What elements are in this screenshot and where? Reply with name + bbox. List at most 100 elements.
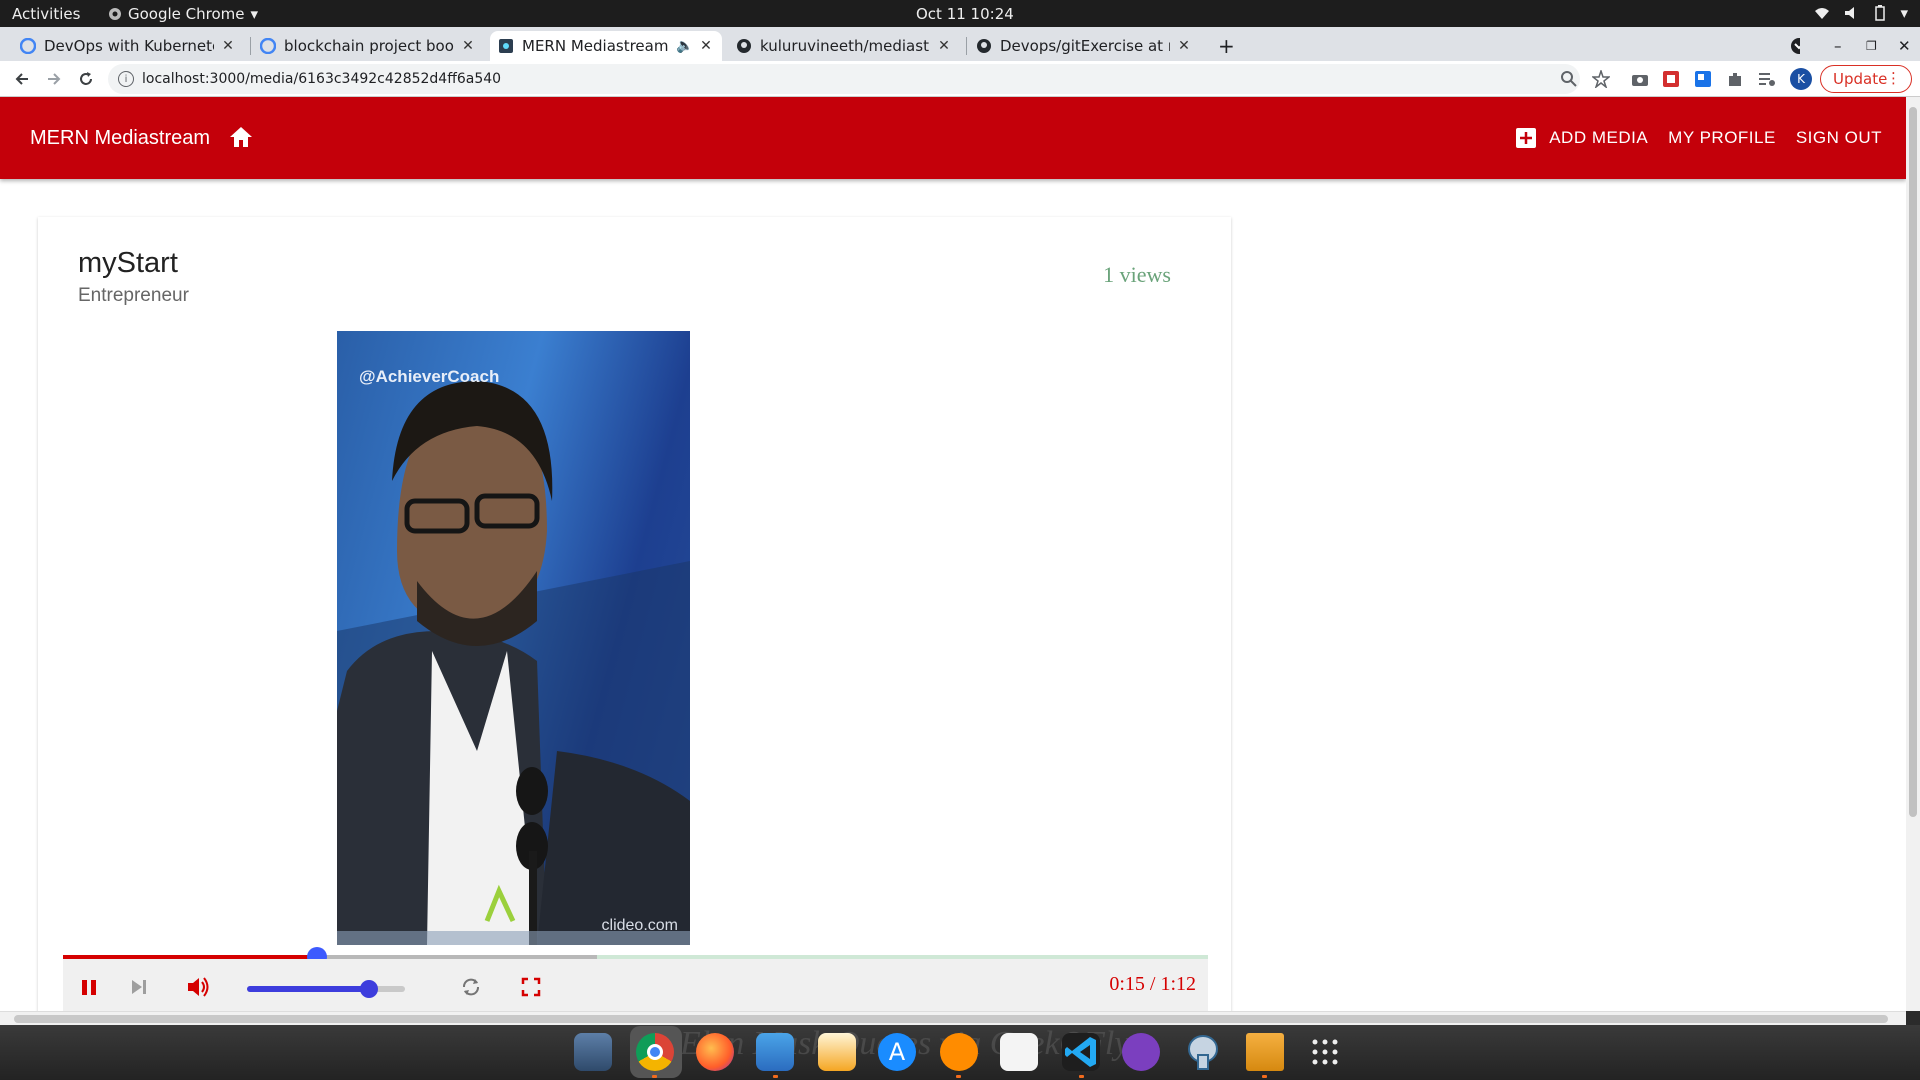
tab-title: kuluruvineeth/mediastre	[760, 37, 930, 55]
archive-app-icon[interactable]	[1246, 1033, 1284, 1071]
screenshot-app-icon[interactable]	[574, 1033, 612, 1071]
notes-app-icon[interactable]	[1000, 1033, 1038, 1071]
address-bar[interactable]: i localhost:3000/media/6163c3492c42852d4…	[108, 64, 1580, 94]
chrome-small-icon	[109, 8, 121, 20]
add-box-icon	[1516, 128, 1537, 148]
caret-down-icon: ▾	[250, 5, 259, 23]
url-text: localhost:3000/media/6163c3492c42852d4ff…	[142, 71, 502, 87]
system-tray[interactable]: ▾	[1814, 4, 1908, 22]
brand-title[interactable]: MERN Mediastream	[30, 127, 210, 150]
loop-icon	[463, 978, 479, 996]
tab-title: Devops/gitExercise at ma	[1000, 37, 1170, 55]
clock[interactable]: Oct 11 10:24	[916, 5, 1014, 23]
minimize-icon: –	[1834, 37, 1842, 55]
red-extension-icon[interactable]	[1662, 70, 1680, 88]
close-tab-icon[interactable]: ✕	[1176, 38, 1192, 54]
app-store-icon[interactable]: A	[878, 1033, 916, 1071]
volume-slider[interactable]	[247, 980, 405, 998]
media-title: myStart	[78, 247, 178, 279]
close-tab-icon[interactable]: ✕	[460, 38, 476, 54]
add-media-label: ADD MEDIA	[1549, 128, 1649, 147]
tab-title: blockchain project books	[284, 37, 454, 55]
pause-button[interactable]	[75, 973, 103, 1001]
my-profile-button[interactable]: MY PROFILE	[1668, 128, 1776, 148]
app-grid-icon[interactable]	[1306, 1033, 1344, 1071]
scroll-thumb[interactable]	[14, 1015, 1888, 1023]
reload-icon	[80, 72, 92, 85]
close-tab-icon[interactable]: ✕	[698, 38, 714, 54]
camera-extension-icon[interactable]	[1631, 70, 1649, 88]
media-card: myStart Entrepreneur 1 views @AchieverCo	[38, 217, 1231, 1011]
text-editor-app-icon[interactable]	[818, 1033, 856, 1071]
reload-button[interactable]	[74, 67, 98, 91]
horizontal-scrollbar[interactable]	[0, 1011, 1906, 1025]
app-menu-label: Google Chrome	[128, 5, 245, 23]
forward-button[interactable]	[42, 67, 66, 91]
chevron-down-icon: ▾	[1900, 4, 1908, 22]
tab-devops-kubernetes[interactable]: DevOps with Kubernetes ✕	[12, 31, 244, 61]
home-icon[interactable]	[228, 125, 254, 149]
loop-button[interactable]	[457, 973, 485, 1001]
wifi-icon	[1815, 8, 1830, 19]
chrome-app-icon[interactable]	[636, 1033, 674, 1071]
site-info-icon[interactable]: i	[118, 71, 134, 87]
vscode-app-icon[interactable]	[1062, 1033, 1100, 1071]
more-vert-icon: ⋮	[1886, 69, 1901, 87]
sign-out-button[interactable]: SIGN OUT	[1796, 128, 1882, 148]
bookmark-star-icon[interactable]	[1592, 70, 1610, 88]
activities-button[interactable]: Activities	[12, 5, 80, 23]
restore-icon: ❐	[1866, 39, 1877, 53]
video-frame-image	[337, 381, 690, 945]
files-app-icon[interactable]	[756, 1033, 794, 1071]
restore-button[interactable]: ❐	[1858, 31, 1878, 61]
tab-blockchain-books[interactable]: blockchain project books ✕	[252, 31, 484, 61]
skip-next-button[interactable]	[125, 973, 153, 1001]
pause-icon	[82, 980, 96, 995]
update-button[interactable]: Update ⋮	[1820, 65, 1912, 93]
video-handle-overlay: @AchieverCoach	[359, 367, 500, 386]
minimize-button[interactable]: –	[1826, 31, 1846, 61]
profile-avatar[interactable]: K	[1790, 68, 1812, 90]
audio-playing-icon[interactable]: 🔈	[676, 38, 693, 54]
running-indicator	[773, 1075, 778, 1078]
app-menu[interactable]: Google Chrome ▾	[108, 5, 258, 23]
blue-extension-icon[interactable]	[1694, 70, 1712, 88]
player-controls: 0:15 / 1:12	[63, 959, 1208, 1011]
zoom-icon[interactable]	[1560, 70, 1578, 88]
plus-icon: +	[1218, 34, 1235, 58]
google-icon	[20, 38, 36, 54]
video-frame[interactable]: @AchieverCoach clideo.com	[337, 331, 690, 945]
books-app-icon[interactable]	[940, 1033, 978, 1071]
volume-knob[interactable]	[359, 980, 378, 998]
forward-arrow-icon	[48, 73, 61, 85]
time-display: 0:15 / 1:12	[1109, 973, 1196, 995]
scroll-thumb[interactable]	[1909, 107, 1917, 817]
extensions-puzzle-icon[interactable]	[1726, 70, 1744, 88]
react-app-icon	[499, 39, 513, 53]
app-nav: ADD MEDIA MY PROFILE SIGN OUT	[1515, 127, 1882, 149]
close-window-button[interactable]: ✕	[1890, 31, 1911, 61]
postgres-app-icon[interactable]	[1184, 1033, 1222, 1071]
add-media-button[interactable]: ADD MEDIA	[1515, 127, 1648, 149]
close-tab-icon[interactable]: ✕	[220, 38, 236, 54]
back-arrow-icon	[15, 73, 28, 85]
battery-icon	[1875, 5, 1886, 21]
mute-button[interactable]	[185, 973, 213, 1001]
tab-divider	[250, 37, 251, 55]
fullscreen-icon	[521, 977, 541, 997]
tab-mern-mediastream[interactable]: MERN Mediastream 🔈 ✕	[490, 31, 722, 61]
new-tab-button[interactable]: +	[1210, 31, 1242, 61]
media-queue-icon[interactable]	[1758, 70, 1776, 88]
back-button[interactable]	[10, 67, 34, 91]
github-icon	[737, 39, 751, 53]
github-desktop-app-icon[interactable]	[1122, 1033, 1160, 1071]
tab-search-button[interactable]	[1782, 31, 1808, 61]
firefox-app-icon[interactable]	[696, 1033, 734, 1071]
fullscreen-button[interactable]	[517, 973, 545, 1001]
tab-github-mediastream[interactable]: kuluruvineeth/mediastre ✕	[728, 31, 960, 61]
volume-fill	[247, 986, 369, 992]
close-tab-icon[interactable]: ✕	[936, 38, 952, 54]
vertical-scrollbar[interactable]	[1906, 97, 1920, 1011]
running-indicator	[1079, 1075, 1084, 1078]
tab-github-gitexercise[interactable]: Devops/gitExercise at ma ✕	[968, 31, 1200, 61]
